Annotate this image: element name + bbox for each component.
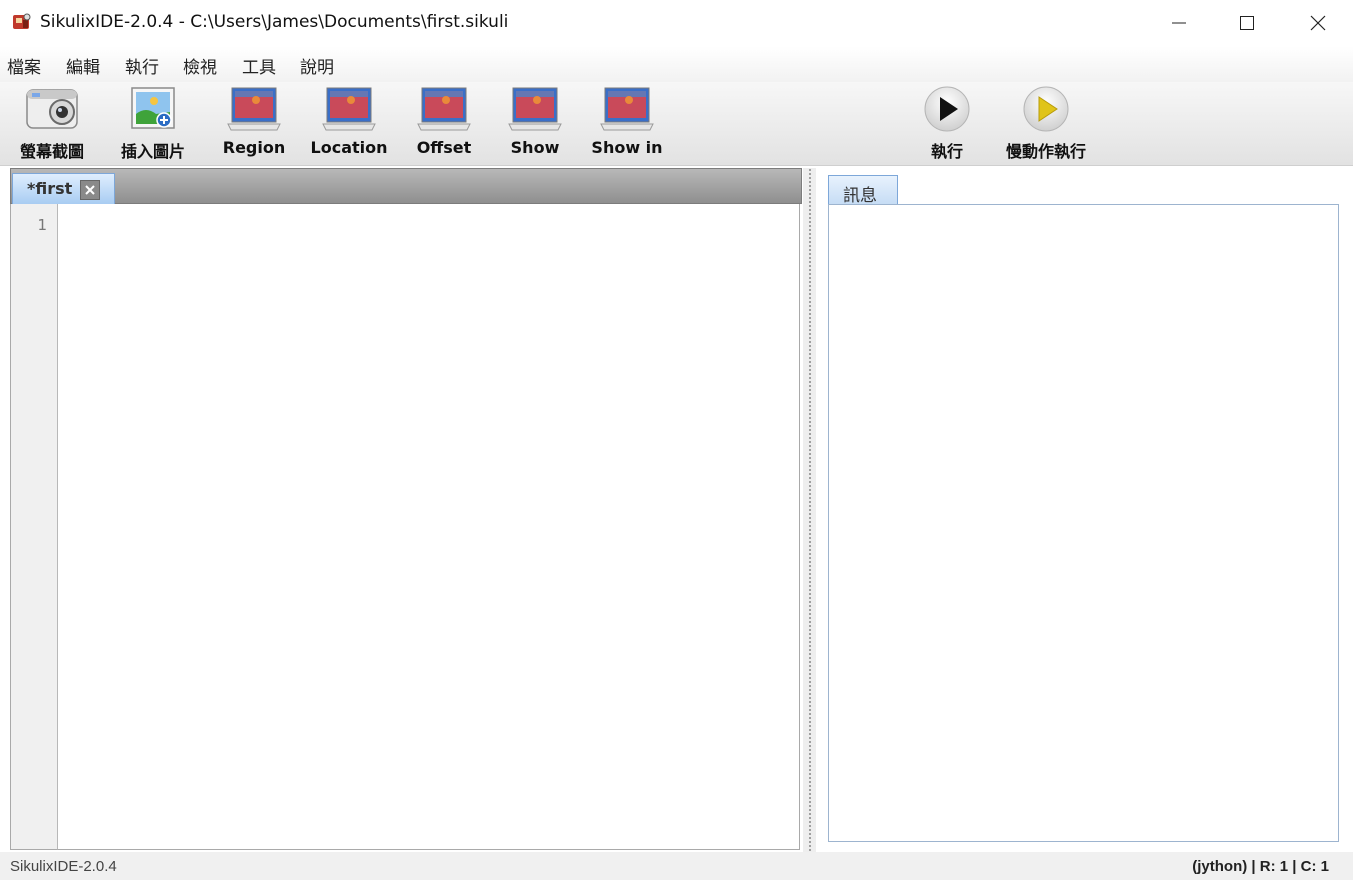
camera-icon — [26, 89, 78, 129]
message-panel: 訊息 — [828, 172, 1340, 844]
show-button[interactable]: Show — [506, 82, 564, 162]
insert-image-button[interactable]: 插入圖片 — [115, 82, 191, 162]
editor-tab-label: *first — [27, 179, 73, 198]
status-cursor-position: (jython) | R: 1 | C: 1 — [1192, 858, 1329, 875]
menu-run[interactable]: 執行 — [125, 53, 159, 78]
menu-bar: 檔案 編輯 執行 檢視 工具 說明 — [0, 46, 1353, 82]
run-slow-button[interactable]: 慢動作執行 — [1000, 82, 1092, 162]
run-slow-icon — [1023, 86, 1069, 132]
region-button[interactable]: Region — [222, 82, 286, 162]
minimize-button[interactable] — [1144, 0, 1214, 46]
menu-tools[interactable]: 工具 — [242, 53, 276, 78]
tab-close-button[interactable] — [80, 180, 100, 200]
toolbar-button-label: Location — [310, 138, 388, 157]
insert-image-icon — [131, 87, 175, 129]
maximize-button[interactable] — [1212, 0, 1282, 46]
menu-view[interactable]: 檢視 — [183, 53, 217, 78]
splitter-grip[interactable] — [808, 168, 812, 852]
tab-close-icon — [85, 185, 95, 195]
code-editor[interactable] — [58, 204, 800, 850]
status-bar: SikulixIDE-2.0.4 (jython) | R: 1 | C: 1 — [0, 852, 1353, 880]
sikulix-app-icon — [13, 13, 31, 29]
screen-region-icon — [227, 87, 281, 131]
screen-location-icon — [322, 87, 376, 131]
toolbar-button-label: 慢動作執行 — [1005, 142, 1086, 161]
toolbar: 螢幕截圖 插入圖片 Region Location Offset Show Sh… — [0, 82, 1353, 166]
run-button[interactable]: 執行 — [920, 82, 974, 162]
status-version: SikulixIDE-2.0.4 — [10, 858, 117, 875]
toolbar-button-label: 螢幕截圖 — [19, 142, 84, 161]
toolbar-button-label: 插入圖片 — [120, 142, 185, 161]
run-icon — [924, 86, 970, 132]
editor-tab-strip: *first — [10, 168, 802, 204]
screenshot-button[interactable]: 螢幕截圖 — [14, 82, 90, 162]
screen-show-in-icon — [600, 87, 654, 131]
screen-offset-icon — [417, 87, 471, 131]
line-number-gutter: 1 — [10, 204, 58, 850]
toolbar-button-label: Show — [510, 138, 560, 157]
message-tab-label: 訊息 — [843, 186, 877, 206]
close-button[interactable] — [1283, 0, 1353, 46]
message-area[interactable] — [828, 204, 1339, 842]
menu-edit[interactable]: 編輯 — [66, 53, 100, 78]
minimize-icon — [1172, 22, 1186, 24]
toolbar-button-label: 執行 — [930, 142, 963, 161]
location-button[interactable]: Location — [310, 82, 388, 162]
toolbar-button-label: Offset — [416, 138, 472, 157]
tab-messages[interactable]: 訊息 — [828, 175, 898, 206]
offset-button[interactable]: Offset — [414, 82, 474, 162]
editor-panel: *first 1 — [10, 168, 802, 852]
toolbar-button-label: Show in — [591, 138, 663, 157]
editor-tab-first[interactable]: *first — [12, 173, 115, 204]
menu-file[interactable]: 檔案 — [7, 53, 41, 78]
title-bar: SikulixIDE-2.0.4 - C:\Users\James\Docume… — [0, 0, 1353, 46]
toolbar-button-label: Region — [222, 138, 286, 157]
panel-splitter[interactable] — [803, 168, 816, 852]
line-number: 1 — [37, 216, 47, 234]
maximize-icon — [1240, 16, 1254, 30]
window-title: SikulixIDE-2.0.4 - C:\Users\James\Docume… — [40, 12, 509, 32]
close-icon — [1310, 15, 1326, 31]
show-in-button[interactable]: Show in — [591, 82, 663, 162]
menu-help[interactable]: 說明 — [300, 53, 334, 78]
screen-show-icon — [508, 87, 562, 131]
